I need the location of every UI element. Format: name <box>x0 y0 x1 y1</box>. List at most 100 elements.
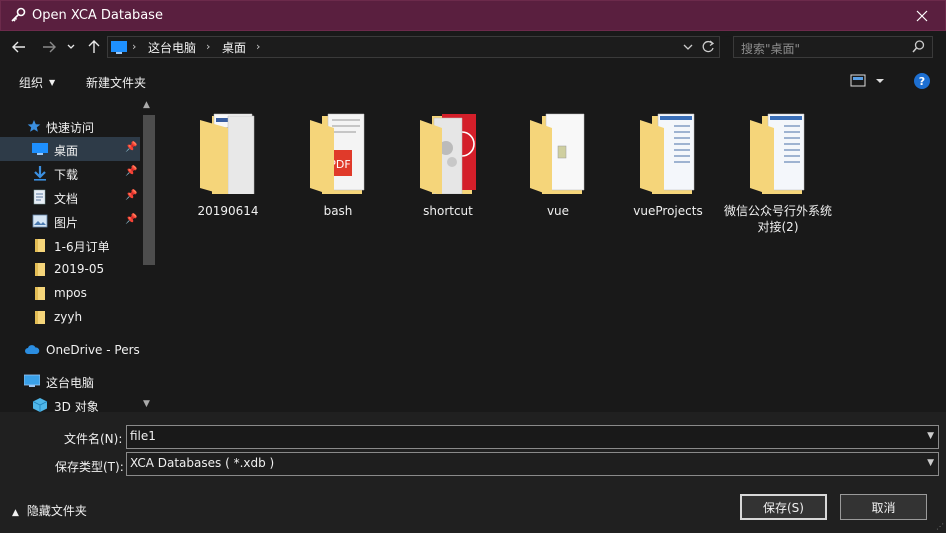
new-folder-button[interactable]: 新建文件夹 <box>86 74 146 91</box>
chevron-down-icon[interactable] <box>683 40 693 54</box>
recent-locations-button[interactable] <box>64 38 78 56</box>
folder-shortcut-icon <box>420 114 476 196</box>
sidebar-item-onedrive[interactable]: OneDrive - Perso <box>0 338 140 362</box>
refresh-icon[interactable] <box>701 39 715 55</box>
scroll-up-icon[interactable]: ▲ <box>143 100 150 110</box>
folder-icon <box>35 287 45 300</box>
help-button[interactable]: ? <box>914 73 930 89</box>
sidebar-item-label: OneDrive - Perso <box>46 343 140 357</box>
file-name: vueProjects <box>633 204 703 218</box>
filename-value[interactable]: file1 <box>130 429 156 443</box>
scrollbar-thumb[interactable] <box>143 115 155 265</box>
chevron-down-icon <box>67 44 75 49</box>
folder-pdf-icon: PDF <box>310 113 365 196</box>
file-name: vue <box>546 204 570 218</box>
file-name: shortcut <box>423 204 473 218</box>
folder-item[interactable]: vue <box>504 110 612 219</box>
monitor-icon <box>111 41 127 54</box>
folder-icon <box>35 311 45 324</box>
chevron-down-icon[interactable]: ▼ <box>927 431 934 441</box>
chevron-right-icon: › <box>206 40 211 53</box>
sidebar-item-folder[interactable]: mpos <box>0 281 140 305</box>
folder-item[interactable]: 20190614 <box>174 110 282 219</box>
sidebar-item-label: 3D 对象 <box>54 400 99 412</box>
sidebar-item-documents[interactable]: 文档 📌 <box>0 185 140 209</box>
organize-button[interactable]: 组织 ▼ <box>19 74 55 91</box>
forward-button[interactable] <box>39 38 59 56</box>
folder-icon <box>530 113 585 196</box>
search-placeholder: 搜索"桌面" <box>741 42 801 56</box>
search-icon <box>912 40 925 53</box>
view-options-button[interactable] <box>850 74 890 91</box>
folder-item[interactable]: shortcut <box>394 110 502 219</box>
title-bar: Open XCA Database <box>0 0 946 31</box>
window-title: Open XCA Database <box>32 8 163 23</box>
computer-icon <box>24 374 40 387</box>
chevron-down-icon[interactable]: ▼ <box>927 458 934 468</box>
folder-icon <box>35 239 45 252</box>
document-icon <box>33 189 46 205</box>
pin-icon[interactable]: 📌 <box>125 142 137 153</box>
desktop-icon <box>32 143 48 155</box>
cancel-button[interactable]: 取消 <box>840 494 927 520</box>
pin-icon[interactable]: 📌 <box>125 166 137 177</box>
sidebar-item-3d-objects[interactable]: 3D 对象 <box>0 393 140 412</box>
save-button[interactable]: 保存(S) <box>740 494 827 520</box>
filename-label: 文件名(N): <box>64 432 123 446</box>
picture-icon <box>32 214 48 228</box>
sidebar-item-this-pc[interactable]: 这台电脑 <box>0 369 140 393</box>
resize-grip-icon[interactable]: ⋰ <box>936 522 944 531</box>
chevron-right-icon: › <box>132 40 137 53</box>
organize-label: 组织 <box>19 76 44 90</box>
folder-documents-icon <box>750 113 805 196</box>
key-icon <box>11 7 26 22</box>
folder-icon <box>35 263 45 276</box>
arrow-right-icon <box>43 41 56 53</box>
sidebar-item-desktop[interactable]: 桌面 📌 <box>0 137 140 161</box>
sidebar-item-folder[interactable]: zyyh <box>0 305 140 329</box>
pin-icon[interactable]: 📌 <box>125 190 137 201</box>
sidebar-item-label: 文档 <box>54 192 79 206</box>
download-icon <box>34 166 46 181</box>
breadcrumb-this-pc[interactable]: 这台电脑 <box>148 39 196 56</box>
filetype-label: 保存类型(T): <box>55 460 124 474</box>
sidebar-item-label: 2019-05 <box>54 262 105 276</box>
hide-folders-label: 隐藏文件夹 <box>26 504 87 518</box>
address-bar[interactable]: › 这台电脑 › 桌面 › <box>107 36 720 58</box>
hide-folders-toggle[interactable]: ▲ 隐藏文件夹 <box>12 502 87 519</box>
chevron-right-icon: › <box>256 40 261 53</box>
folder-item[interactable]: PDF bash <box>284 110 392 219</box>
file-name: bash <box>323 204 353 218</box>
sidebar-item-label: 1-6月订单 <box>54 240 110 254</box>
caret-up-icon: ▲ <box>12 508 19 518</box>
command-bar: 组织 ▼ 新建文件夹 <box>0 64 946 98</box>
sidebar-item-quick-access[interactable]: 快速访问 <box>0 114 140 138</box>
sidebar-item-downloads[interactable]: 下载 📌 <box>0 161 140 185</box>
breadcrumb-desktop[interactable]: 桌面 <box>222 39 246 56</box>
search-box[interactable]: 搜索"桌面" <box>733 36 933 58</box>
folder-item[interactable]: 微信公众号行外系统对接(2) <box>724 110 832 235</box>
caret-down-icon: ▼ <box>49 78 56 87</box>
close-icon <box>916 10 928 22</box>
filetype-select[interactable]: XCA Databases ( *.xdb ) ▼ <box>126 452 939 476</box>
arrow-left-icon <box>12 41 25 53</box>
cloud-icon <box>25 345 40 354</box>
scroll-down-icon[interactable]: ▼ <box>143 399 150 409</box>
sidebar-item-label: 下载 <box>54 168 79 182</box>
sidebar-item-label: zyyh <box>54 310 83 324</box>
sidebar-item-pictures[interactable]: 图片 📌 <box>0 209 140 233</box>
star-icon <box>27 120 41 132</box>
up-button[interactable] <box>84 38 104 56</box>
pin-icon[interactable]: 📌 <box>125 214 137 225</box>
close-button[interactable] <box>899 1 945 31</box>
back-button[interactable] <box>9 38 29 56</box>
filename-field[interactable]: file1 ▼ <box>126 425 939 449</box>
folder-documents-icon <box>200 113 255 197</box>
sidebar-item-folder[interactable]: 2019-05 <box>0 257 140 281</box>
folder-item[interactable]: vueProjects <box>614 110 722 219</box>
sidebar-item-label: mpos <box>54 286 87 300</box>
sidebar-item-folder[interactable]: 1-6月订单 <box>0 233 140 257</box>
view-layout-icon <box>850 74 884 87</box>
file-name: 微信公众号行外系统对接(2) <box>724 204 833 234</box>
sidebar-item-label: 图片 <box>54 216 79 230</box>
